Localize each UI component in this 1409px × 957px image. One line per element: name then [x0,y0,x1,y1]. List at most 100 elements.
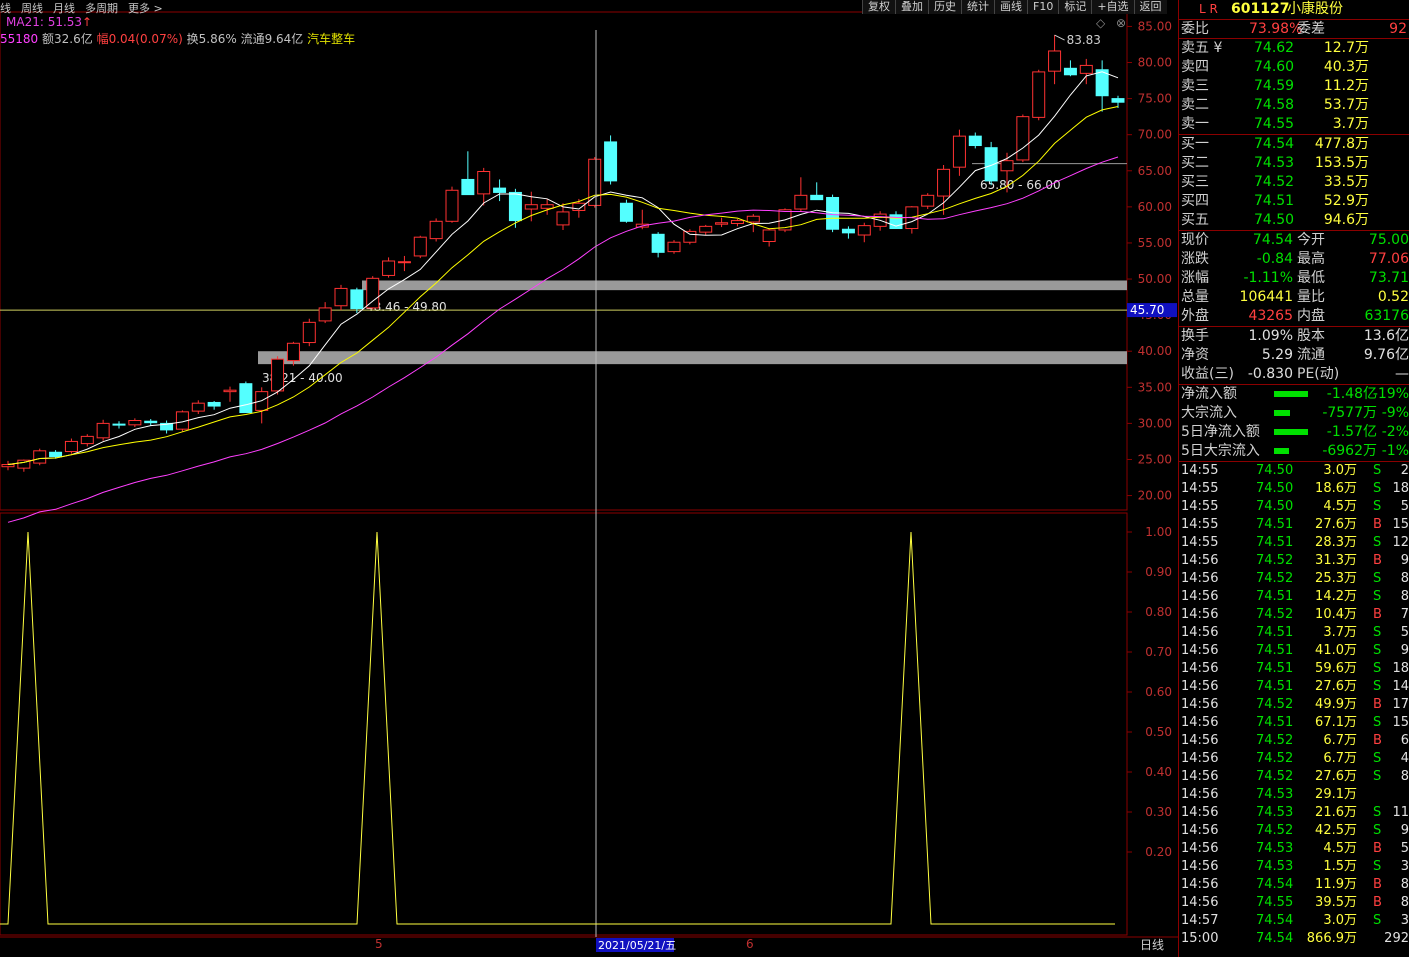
candle-body [952,135,966,168]
period-button[interactable]: 日线 [1140,938,1164,952]
info-float: 流通9.64亿 [240,32,304,46]
candle-body [619,202,633,222]
tick-count: 7 [1400,607,1409,622]
tick-volume: 3.0万 [1323,913,1357,928]
candle-body [1048,50,1062,72]
tick-count: 9 [1400,553,1409,568]
price-tick-label: 40.00 [1138,344,1172,358]
close-icon[interactable]: ⊗ [1116,16,1126,30]
fundamental-value: -0.830 [1247,366,1293,382]
chart-area[interactable]: 85.00 80.00 75.00 70.00 65.00 60.00 55.00 50.00… [0,0,1178,957]
buy-label: 买五 [1181,212,1209,228]
flow-value: -1.48亿 [1326,386,1377,402]
tick-side: B [1373,607,1382,622]
toolbar-button-2[interactable]: 历史 [928,0,961,14]
indicator-pane-frame [0,512,1128,936]
period-nav[interactable]: 线周线 月线 多周期 更多 > [0,0,420,15]
tick-price: 74.53 [1256,841,1294,856]
stock-code: 601127 [1231,1,1290,17]
fundamental-label: PE(动) [1297,366,1340,382]
nav-item-4[interactable]: 更多 > [128,2,163,15]
tick-price: 74.52 [1256,733,1294,748]
candle-body [1111,98,1125,103]
sell-label: 卖三 [1181,78,1209,94]
diamond-icon[interactable]: ◇ [1096,16,1106,30]
candle-body [397,261,411,264]
weibi-row: 委比 73.98% 委差 92 [1179,19,1409,38]
tick-list[interactable]: 14:55 74.50 3.0万 S 2 14:55 74.50 18.6万 S 18 14:55 7… [1179,461,1409,948]
tick-count: 9 [1400,643,1409,658]
support-zone-band [258,351,1127,365]
tick-side: S [1373,625,1382,640]
toolbar-button-6[interactable]: 标记 [1058,0,1092,14]
nav-item-1[interactable]: 周线 [21,2,43,15]
toolbar-button-8[interactable]: 返回 [1133,0,1167,14]
toolbar-button-0[interactable]: 复权 [862,0,895,14]
tick-count: 18 [1392,661,1409,676]
tick-count: 15 [1392,517,1409,532]
tick-count: 8 [1400,571,1409,586]
candle-body [334,287,348,307]
candle-body [64,440,78,453]
ma21-label: MA21: 51.53↑ [6,15,92,29]
buy-row: 买一 74.54 477.8万 [1179,135,1409,154]
stat-label: 最低 [1297,270,1325,286]
tick-price: 74.51 [1256,517,1294,532]
flow-label: 5日净流入额 [1181,424,1260,440]
tick-time: 14:56 [1181,571,1219,586]
tick-time: 14:56 [1181,733,1219,748]
tick-time: 14:56 [1181,823,1219,838]
fundamental-label: 换手 [1181,328,1209,344]
stat-value: 75.00 [1368,232,1409,248]
tick-volume: 6.7万 [1323,751,1357,766]
tick-row: 14:56 74.51 59.6万 S 18 [1179,660,1409,678]
buy-label: 买一 [1181,136,1209,152]
sell-label: 卖五 ¥ [1181,40,1223,56]
info-sector[interactable]: 汽车整车 [307,32,355,46]
tick-time: 14:57 [1181,913,1219,928]
toolbar-button-7[interactable]: +自选 [1091,0,1134,14]
buy-label: 买四 [1181,193,1209,209]
tick-volume: 41.0万 [1315,643,1357,658]
tick-price: 74.51 [1256,661,1294,676]
stat-label: 外盘 [1181,308,1209,324]
candle-body [604,141,618,182]
candle-body [984,147,998,182]
tick-price: 74.51 [1256,679,1294,694]
tick-volume: 3.7万 [1323,625,1357,640]
tick-count: 6 [1400,733,1409,748]
candle-body [207,401,221,407]
tick-count: 12 [1392,535,1409,550]
candle-body [1000,160,1014,172]
nav-item-2[interactable]: 月线 [53,2,75,15]
stat-label: 涨幅 [1181,270,1209,286]
stat-label: 现价 [1181,232,1209,248]
sell-volume: 3.7万 [1332,116,1369,132]
nav-item-3[interactable]: 多周期 [85,2,118,15]
fundamental-value: 1.09% [1248,328,1293,344]
candle-body [968,135,982,147]
info-change: 幅0.04(0.07%) [96,32,183,46]
candle-body [112,423,126,426]
toolbar-button-5[interactable]: F10 [1027,0,1059,14]
tick-volume: 27.6万 [1315,517,1357,532]
arrow-up-icon: ↑ [82,15,93,29]
toolbar-button-3[interactable]: 统计 [961,0,994,14]
ma5-line [7,71,1119,465]
stat-value: 77.06 [1368,251,1409,267]
buy-volume: 33.5万 [1323,174,1369,190]
candle-body [667,241,681,253]
toolbar-button-4[interactable]: 画线 [994,0,1027,14]
tick-row: 14:55 74.50 18.6万 S 18 [1179,480,1409,498]
toolbar-button-1[interactable]: 叠加 [895,0,928,14]
price-tick-label: 20.00 [1138,489,1172,503]
chart-toolbar[interactable]: 复权 叠加 历史 统计 画线 F10 标记 +自选 返回 [862,0,1167,14]
nav-item-0[interactable]: 线 [0,2,11,15]
tick-row: 14:56 74.52 6.7万 B 6 [1179,732,1409,750]
info-amount: 额32.6亿 [42,32,93,46]
tick-row: 14:55 74.50 4.5万 S 5 [1179,498,1409,516]
tick-price: 74.51 [1256,715,1294,730]
sell-volume: 40.3万 [1323,59,1369,75]
support-zone-band [362,280,1127,291]
tick-volume: 59.6万 [1315,661,1357,676]
